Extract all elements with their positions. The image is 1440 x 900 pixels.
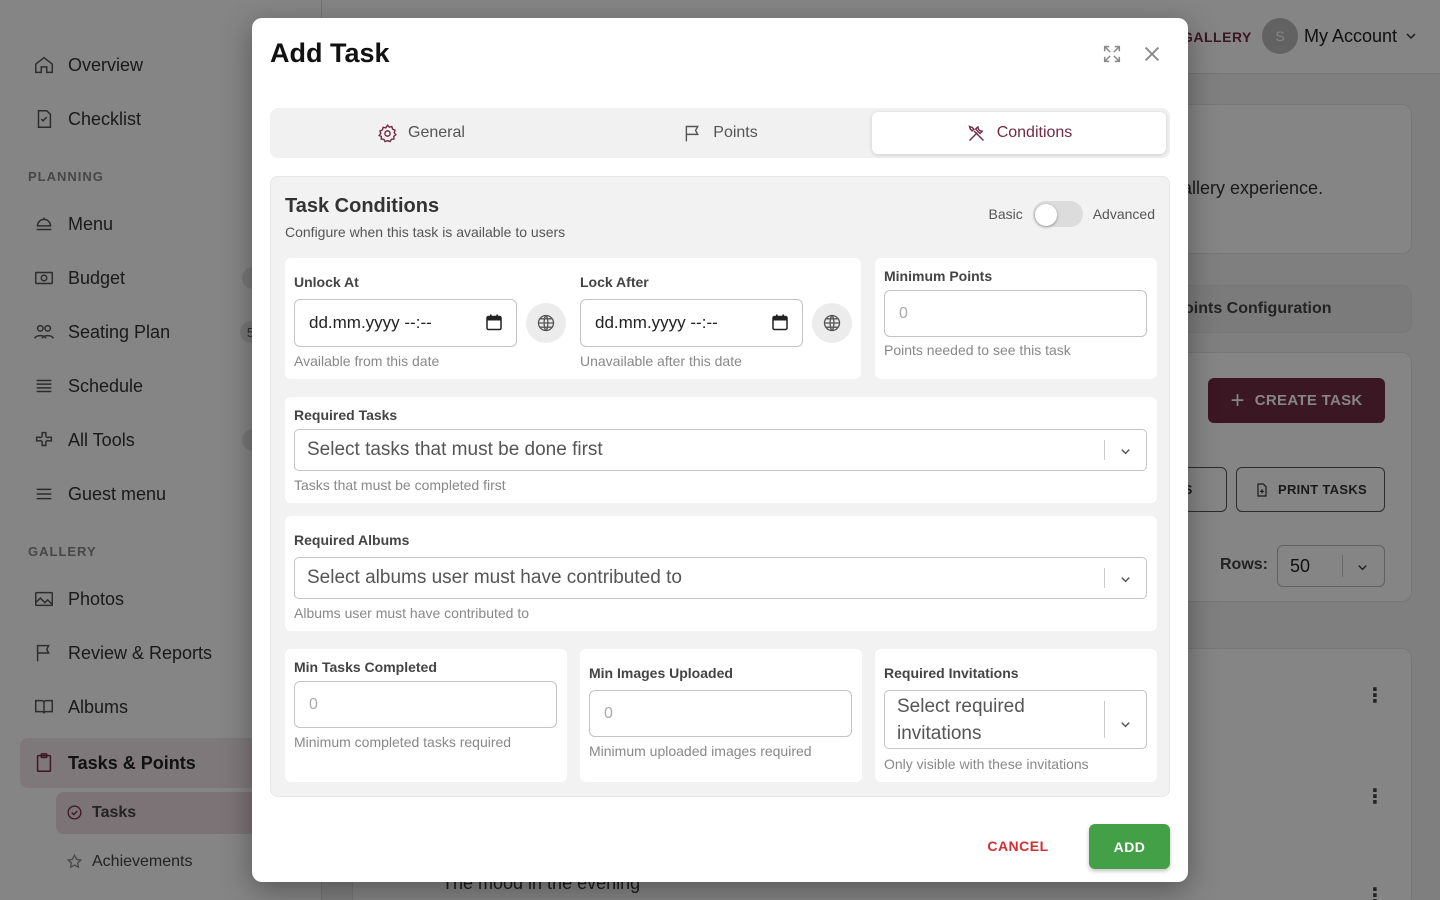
unlock-value: dd.mm.yyyy --:-- — [309, 313, 432, 332]
conditions-panel: Task Conditions Configure when this task… — [270, 176, 1170, 797]
tab-general[interactable]: General — [274, 112, 568, 154]
mode-toggle-group: Basic Advanced — [988, 201, 1155, 227]
min-images-help: Minimum uploaded images required — [589, 743, 812, 759]
min-tasks-label: Min Tasks Completed — [294, 659, 437, 675]
tab-label: General — [408, 124, 465, 141]
mode-advanced-label: Advanced — [1092, 206, 1155, 222]
unlock-datetime-input[interactable]: dd.mm.yyyy --:-- — [294, 299, 517, 347]
add-button[interactable]: ADD — [1089, 824, 1170, 869]
tab-conditions[interactable]: Conditions — [872, 112, 1166, 154]
required-tasks-box: Required Tasks Select tasks that must be… — [285, 397, 1157, 503]
flag-icon — [685, 125, 700, 141]
required-tasks-placeholder: Select tasks that must be done first — [307, 439, 603, 460]
lock-help: Unavailable after this date — [580, 353, 742, 369]
lock-datetime-input[interactable]: dd.mm.yyyy --:-- — [580, 299, 803, 347]
min-images-box: Min Images Uploaded 0 Minimum uploaded i… — [580, 649, 862, 782]
required-invitations-label: Required Invitations — [884, 665, 1019, 681]
calendar-icon[interactable] — [772, 314, 788, 331]
min-tasks-help: Minimum completed tasks required — [294, 734, 512, 750]
panel-subtitle: Configure when this task is available to… — [285, 224, 566, 240]
min-images-input[interactable]: 0 — [589, 690, 852, 737]
chevron-down-icon — [1118, 713, 1133, 728]
required-albums-placeholder: Select albums user must have contributed… — [307, 567, 682, 588]
chevron-down-icon — [1118, 571, 1133, 586]
mode-basic-label: Basic — [988, 206, 1023, 222]
min-images-label: Min Images Uploaded — [589, 665, 733, 681]
min-tasks-input[interactable]: 0 — [294, 681, 557, 728]
expand-icon[interactable] — [1100, 42, 1124, 66]
min-points-help: Points needed to see this task — [884, 342, 1071, 358]
cancel-button[interactable]: CANCEL — [970, 824, 1066, 868]
dialog-title: Add Task — [270, 38, 390, 68]
tab-points[interactable]: Points — [573, 112, 867, 154]
required-tasks-label: Required Tasks — [294, 407, 398, 423]
min-points-box: Minimum Points 0 Points needed to see th… — [875, 258, 1157, 379]
tools-icon — [968, 124, 984, 141]
required-invitations-box: Required Invitations Select required inv… — [875, 649, 1157, 782]
lock-label: Lock After — [580, 274, 649, 290]
placeholder-line-1: Select required — [897, 695, 1025, 717]
gear-icon — [378, 123, 397, 142]
date-range-box: Unlock At dd.mm.yyyy --:-- Available fro… — [285, 258, 861, 379]
required-albums-box: Required Albums Select albums user must … — [285, 516, 1157, 631]
required-invitations-placeholder: Select required invitations — [897, 693, 1025, 747]
required-albums-help: Albums user must have contributed to — [294, 605, 530, 621]
mode-toggle[interactable] — [1032, 201, 1083, 227]
tab-label: Conditions — [996, 124, 1073, 141]
min-tasks-placeholder: 0 — [309, 695, 318, 713]
min-tasks-box: Min Tasks Completed 0 Minimum completed … — [285, 649, 567, 782]
lock-timezone-globe-icon[interactable] — [812, 303, 852, 343]
calendar-icon[interactable] — [486, 314, 502, 331]
min-images-placeholder: 0 — [604, 704, 613, 722]
unlock-label: Unlock At — [294, 274, 359, 290]
required-tasks-select[interactable]: Select tasks that must be done first — [294, 429, 1147, 471]
min-points-input[interactable]: 0 — [884, 290, 1147, 337]
required-albums-select[interactable]: Select albums user must have contributed… — [294, 557, 1147, 599]
required-invitations-select[interactable]: Select required invitations — [884, 690, 1147, 749]
tab-label: Points — [713, 124, 758, 141]
tab-bar: General Points Conditions — [270, 108, 1170, 158]
required-albums-label: Required Albums — [294, 532, 410, 548]
min-points-label: Minimum Points — [884, 268, 993, 284]
chevron-down-icon — [1118, 443, 1133, 458]
panel-title: Task Conditions — [285, 195, 440, 217]
close-icon[interactable] — [1140, 42, 1164, 66]
min-points-placeholder: 0 — [899, 304, 908, 322]
placeholder-line-2: invitations — [897, 722, 982, 744]
add-task-dialog: Add Task General Points Conditions Task … — [252, 18, 1188, 882]
unlock-help: Available from this date — [294, 353, 440, 369]
lock-value: dd.mm.yyyy --:-- — [595, 313, 718, 332]
unlock-timezone-globe-icon[interactable] — [526, 303, 566, 343]
required-tasks-help: Tasks that must be completed first — [294, 477, 506, 493]
required-invitations-help: Only visible with these invitations — [884, 756, 1089, 772]
